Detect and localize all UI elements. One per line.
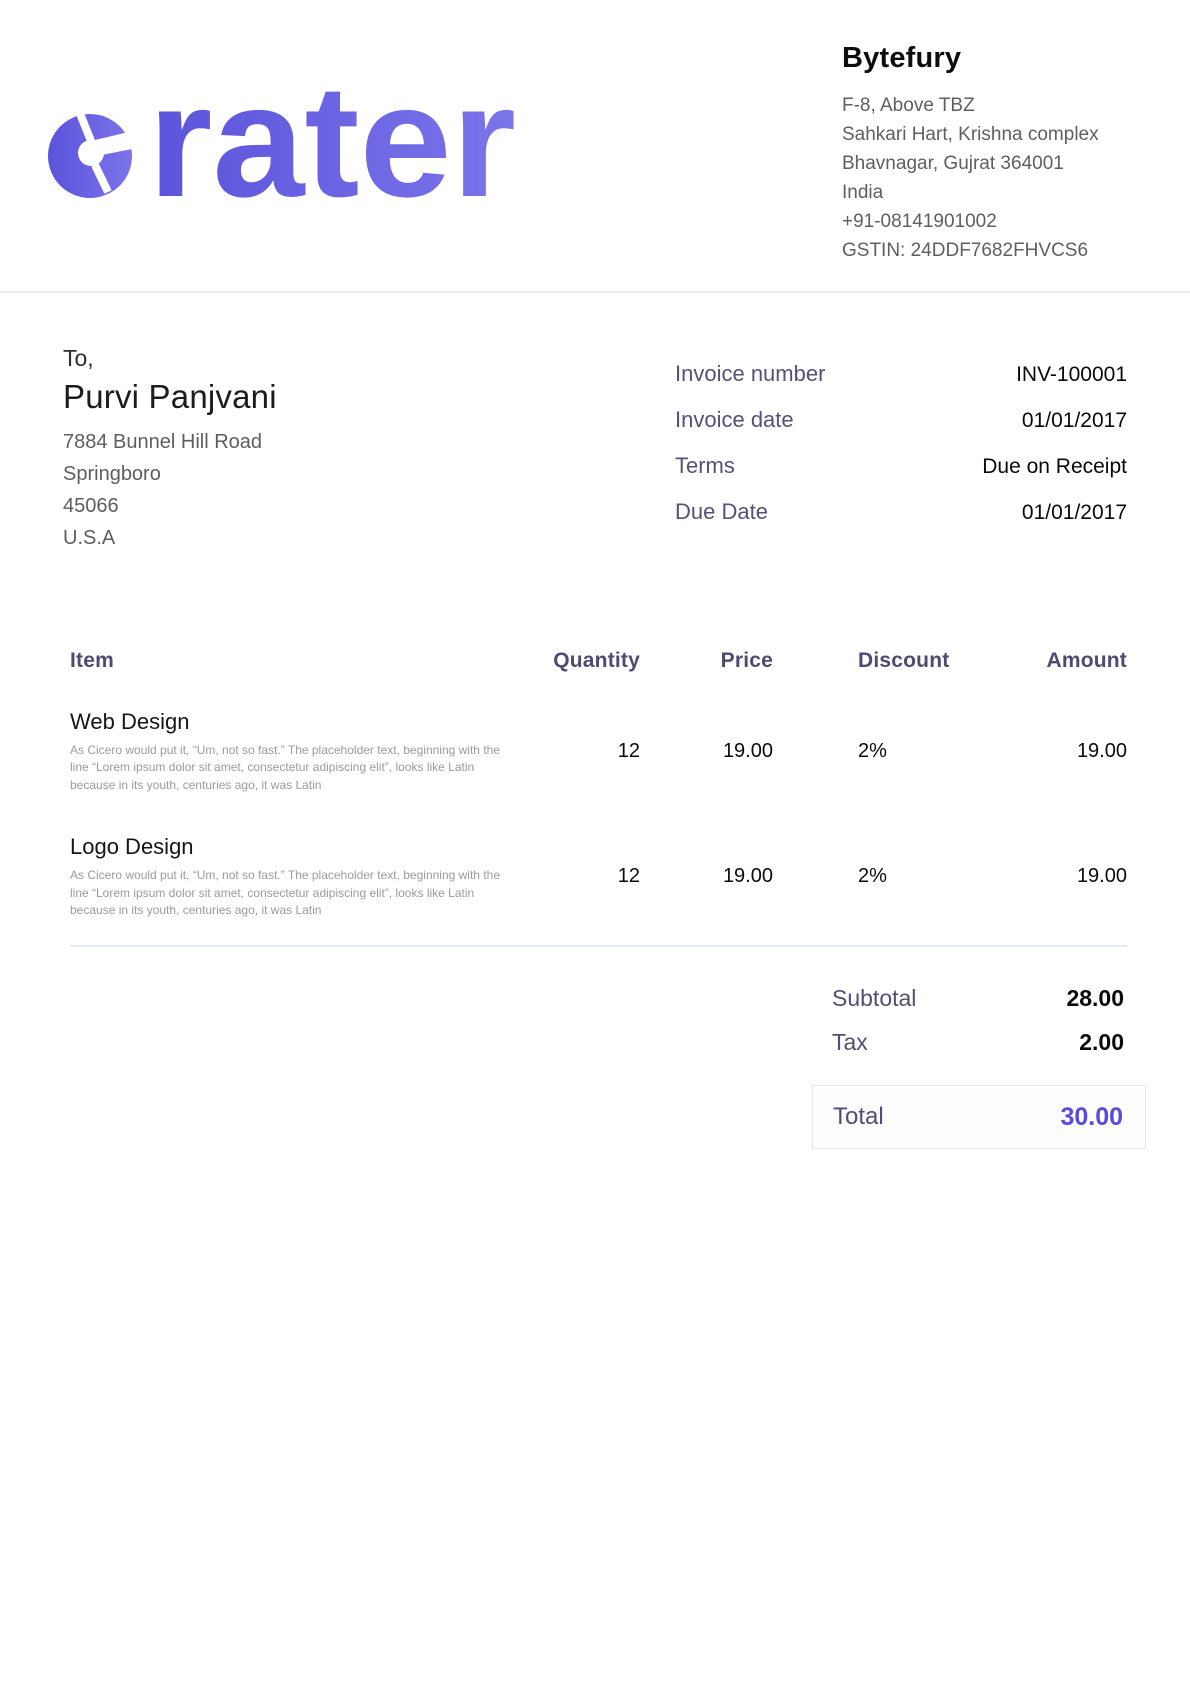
item-price: 19.00 — [640, 865, 773, 888]
item-price: 19.00 — [640, 740, 773, 763]
subtotal-label: Subtotal — [832, 985, 916, 1012]
parties-section: To, Purvi Panjvani 7884 Bunnel Hill Road… — [63, 345, 1127, 554]
item-discount: 2% — [773, 740, 963, 763]
company-block: Bytefury F-8, Above TBZ Sahkari Hart, Kr… — [842, 42, 1190, 265]
invoice-number-label: Invoice number — [675, 361, 825, 387]
customer-address-line: U.S.A — [63, 522, 277, 554]
column-header-item: Item — [70, 649, 510, 673]
crater-logo-icon: rater — [45, 78, 525, 213]
terms-label: Terms — [675, 453, 735, 479]
meta-row-invoice-date: Invoice date 01/01/2017 — [675, 407, 1127, 433]
customer-address-line: Springboro — [63, 458, 277, 490]
subtotal-row: Subtotal 28.00 — [812, 985, 1146, 1012]
item-description: As Cicero would put it, “Um, not so fast… — [70, 867, 500, 919]
due-date-label: Due Date — [675, 499, 768, 525]
meta-row-due-date: Due Date 01/01/2017 — [675, 499, 1127, 525]
invoice-meta: Invoice number INV-100001 Invoice date 0… — [675, 361, 1127, 545]
due-date-value: 01/01/2017 — [1022, 501, 1127, 525]
company-address-line: India — [842, 178, 1150, 207]
column-header-quantity: Quantity — [510, 649, 640, 673]
item-discount: 2% — [773, 865, 963, 888]
company-name: Bytefury — [842, 42, 1150, 75]
tax-value: 2.00 — [1079, 1029, 1124, 1056]
items-table: Item Quantity Price Discount Amount Web … — [70, 649, 1127, 919]
item-name: Logo Design — [70, 834, 500, 860]
item-amount: 19.00 — [963, 865, 1127, 888]
company-address-line: Sahkari Hart, Krishna complex — [842, 120, 1150, 149]
subtotal-value: 28.00 — [1066, 985, 1124, 1012]
column-header-amount: Amount — [963, 649, 1127, 673]
item-amount: 19.00 — [963, 740, 1127, 763]
item-quantity: 12 — [510, 865, 640, 888]
invoice-number-value: INV-100001 — [1016, 363, 1127, 387]
customer-address-line: 45066 — [63, 490, 277, 522]
to-label: To, — [63, 345, 277, 372]
table-row: Web Design As Cicero would put it, “Um, … — [70, 709, 1127, 794]
customer-address: 7884 Bunnel Hill Road Springboro 45066 U… — [63, 426, 277, 554]
column-header-discount: Discount — [773, 649, 963, 673]
item-description: As Cicero would put it, “Um, not so fast… — [70, 742, 500, 794]
logo-wordmark-text: rater — [148, 78, 516, 213]
item-quantity: 12 — [510, 740, 640, 763]
crater-logo: rater — [45, 78, 525, 218]
totals-section: Subtotal 28.00 Tax 2.00 Total 30.00 — [812, 985, 1146, 1149]
company-gstin: GSTIN: 24DDF7682FHVCS6 — [842, 236, 1150, 265]
invoice-date-value: 01/01/2017 — [1022, 409, 1127, 433]
invoice-page: rater Bytefury F-8, Above TBZ Sahkari Ha… — [0, 0, 1190, 1684]
meta-row-invoice-number: Invoice number INV-100001 — [675, 361, 1127, 387]
grand-total-label: Total — [833, 1103, 884, 1131]
items-divider — [70, 945, 1127, 947]
company-address-line: F-8, Above TBZ — [842, 91, 1150, 120]
customer-address-line: 7884 Bunnel Hill Road — [63, 426, 277, 458]
grand-total-value: 30.00 — [1060, 1103, 1123, 1132]
item-cell: Web Design As Cicero would put it, “Um, … — [70, 709, 510, 794]
terms-value: Due on Receipt — [982, 455, 1127, 479]
company-phone: +91-08141901002 — [842, 207, 1150, 236]
table-row: Logo Design As Cicero would put it, “Um,… — [70, 834, 1127, 919]
company-address: F-8, Above TBZ Sahkari Hart, Krishna com… — [842, 91, 1150, 265]
item-name: Web Design — [70, 709, 500, 735]
column-header-price: Price — [640, 649, 773, 673]
company-address-line: Bhavnagar, Gujrat 364001 — [842, 149, 1150, 178]
meta-row-terms: Terms Due on Receipt — [675, 453, 1127, 479]
tax-label: Tax — [832, 1029, 868, 1056]
tax-row: Tax 2.00 — [812, 1029, 1146, 1056]
logo-c-mark — [48, 111, 137, 198]
invoice-header: rater Bytefury F-8, Above TBZ Sahkari Ha… — [0, 0, 1190, 293]
grand-total-box: Total 30.00 — [812, 1085, 1146, 1149]
customer-name: Purvi Panjvani — [63, 378, 277, 416]
invoice-date-label: Invoice date — [675, 407, 794, 433]
item-cell: Logo Design As Cicero would put it, “Um,… — [70, 834, 510, 919]
items-table-header: Item Quantity Price Discount Amount — [70, 649, 1127, 673]
bill-to-block: To, Purvi Panjvani 7884 Bunnel Hill Road… — [63, 345, 277, 554]
